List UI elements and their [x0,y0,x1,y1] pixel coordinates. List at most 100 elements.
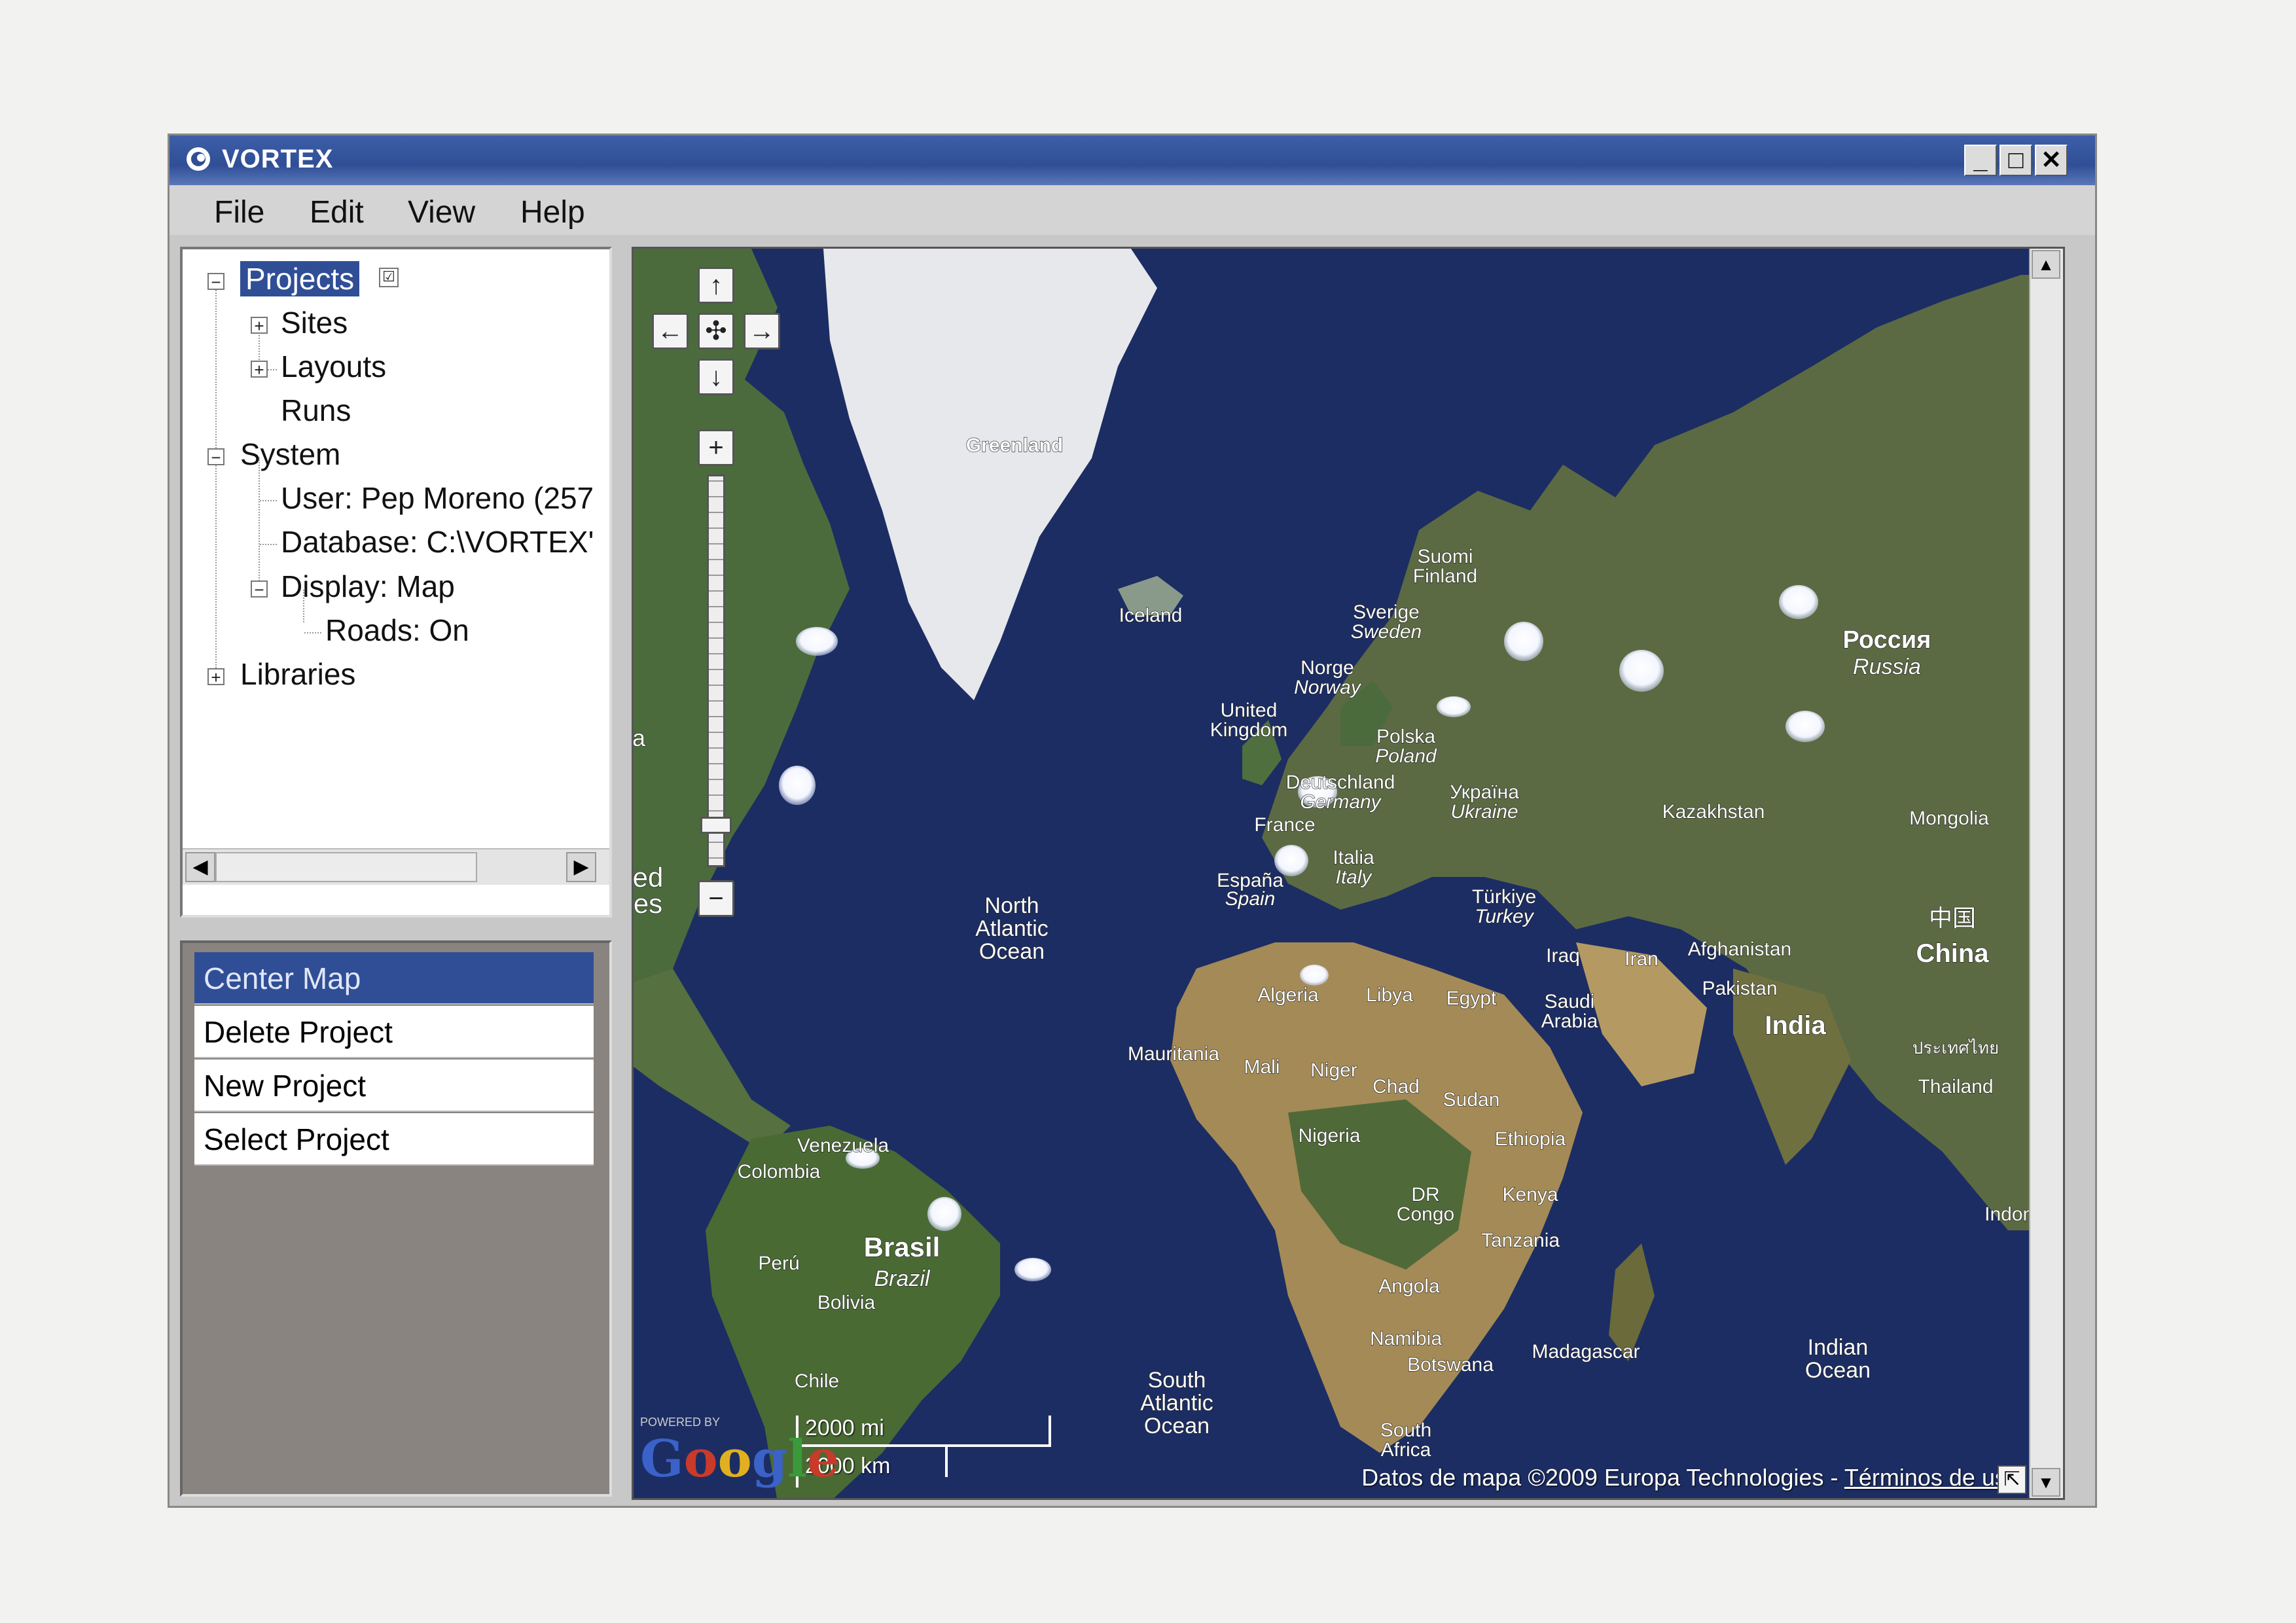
label-polska: Polska [1376,726,1435,747]
label-mongolia: Mongolia [1909,808,1989,829]
menu-file[interactable]: File [214,194,264,230]
overview-toggle-icon[interactable]: ⇱ [1998,1465,2026,1494]
select-project-button[interactable]: Select Project [194,1113,594,1166]
tree-node-sites[interactable]: Sites [281,305,348,340]
label-niger: Niger [1310,1060,1357,1081]
label-algeria: Algeria [1257,984,1319,1006]
label-mali: Mali [1244,1056,1280,1078]
tree-node-system[interactable]: System [240,437,340,472]
expand-libraries-icon[interactable]: + [207,668,224,686]
label-sao-2: Atlantic [1140,1391,1213,1416]
action-panel: Center Map Delete Project New Project Se… [180,940,612,1497]
collapse-display-icon[interactable]: − [251,580,268,598]
label-chad: Chad [1372,1076,1420,1097]
scroll-up-icon[interactable]: ▲ [2032,250,2060,279]
satellite-map[interactable]: Greenland Iceland Suomi Finland Sverige … [632,247,2065,1500]
label-saudi-2: Arabia [1541,1010,1598,1032]
menu-bar: File Edit View Help [170,185,2095,235]
label-india: India [1765,1011,1826,1040]
map-copyright: Datos de mapa ©2009 Europa Technologies … [1361,1464,2020,1491]
label-edge-2: es [634,888,662,919]
label-peru: Perú [758,1253,799,1274]
minimize-button[interactable]: _ [1964,145,1997,176]
label-sa-2: Africa [1381,1439,1431,1461]
label-kenya: Kenya [1502,1184,1558,1205]
google-logo[interactable]: POWERED BY Google [640,1416,840,1489]
zoom-in-icon[interactable]: + [698,429,734,466]
center-map-button[interactable]: Center Map [194,952,594,1005]
window-title: VORTEX [222,145,334,173]
label-kazakhstan: Kazakhstan [1662,801,1765,823]
label-edge-3: a [634,724,646,751]
pan-up-icon[interactable]: ↑ [698,267,734,304]
label-nigeria: Nigeria [1298,1125,1360,1147]
scroll-left-icon[interactable]: ◀ [185,852,215,882]
label-russia: Russia [1853,654,1921,679]
label-china-cn: 中国 [1929,904,1976,931]
tree-node-roads[interactable]: Roads: On [325,613,469,648]
title-bar[interactable]: VORTEX _ □ ✕ [170,135,2095,185]
expand-sites-icon[interactable]: + [251,317,268,334]
label-angola: Angola [1378,1275,1440,1297]
label-uk-1: United [1221,700,1278,721]
copyright-text: Datos de mapa ©2009 Europa Technologies … [1361,1464,1844,1491]
pan-center-icon[interactable]: ✣ [698,313,734,349]
new-project-button[interactable]: New Project [194,1060,594,1112]
powered-by-label: POWERED BY [640,1416,721,1429]
label-madagascar: Madagascar [1532,1341,1640,1363]
tree-node-runs[interactable]: Runs [281,393,351,428]
label-italia: Italia [1333,847,1374,868]
delete-project-button[interactable]: Delete Project [194,1006,594,1058]
label-tanzania: Tanzania [1481,1230,1560,1251]
label-poland: Poland [1375,745,1437,767]
menu-view[interactable]: View [408,194,475,230]
label-mauritania: Mauritania [1128,1043,1219,1065]
app-window: VORTEX _ □ ✕ File Edit View Help − Proje… [168,134,2097,1508]
tree-node-layouts[interactable]: Layouts [281,349,386,384]
zoom-slider-track[interactable] [707,474,725,867]
label-china: China [1916,939,1989,968]
map-imagery: Greenland Iceland Suomi Finland Sverige … [634,249,2063,1498]
label-norge: Norge [1300,657,1354,679]
project-tree[interactable]: − Projects ☑ + Sites + Layouts Runs − Sy… [180,247,612,918]
tree-node-display[interactable]: Display: Map [281,569,455,604]
label-suomi: Suomi [1417,546,1473,567]
label-thai-th: ประเทศไทย [1912,1038,1999,1058]
label-iceland: Iceland [1119,605,1183,626]
close-button[interactable]: ✕ [2035,145,2068,176]
menu-help[interactable]: Help [520,194,585,230]
label-pakistan: Pakistan [1702,978,1777,999]
label-iran: Iran [1624,948,1659,970]
scroll-right-icon[interactable]: ▶ [566,852,596,882]
collapse-system-icon[interactable]: − [207,448,224,466]
tree-horizontal-scrollbar[interactable]: ◀ ▶ [183,848,609,885]
label-egypt: Egypt [1446,988,1497,1009]
collapse-projects-icon[interactable]: − [207,273,224,291]
label-sao-3: Ocean [1144,1414,1210,1438]
label-rossiya: Россия [1843,626,1931,654]
menu-edit[interactable]: Edit [310,194,364,230]
pan-right-icon[interactable]: → [744,313,780,349]
label-bolivia: Bolivia [817,1292,876,1313]
label-turkey: Turkey [1475,906,1534,927]
scroll-thumb[interactable] [215,852,477,882]
map-vertical-scrollbar[interactable]: ▲ ▼ [2029,249,2063,1498]
pan-down-icon[interactable]: ↓ [698,359,734,395]
tree-node-libraries[interactable]: Libraries [240,656,355,692]
label-botswana: Botswana [1407,1354,1494,1376]
expand-layouts-icon[interactable]: + [251,361,268,378]
label-finland: Finland [1413,565,1477,587]
tree-node-database[interactable]: Database: C:\VORTEX' [281,524,594,560]
tree-node-user[interactable]: User: Pep Moreno (257 [281,480,594,516]
dropdown-check-icon[interactable]: ☑ [379,268,399,287]
scroll-down-icon[interactable]: ▼ [2032,1468,2060,1497]
label-france: France [1254,814,1315,836]
zoom-slider-thumb[interactable] [700,817,732,834]
terms-link[interactable]: Términos de uso [1844,1464,2020,1491]
label-sa-1: South [1380,1419,1431,1441]
zoom-out-icon[interactable]: − [698,880,734,917]
maximize-button[interactable]: □ [2000,145,2032,176]
pan-left-icon[interactable]: ← [652,313,689,349]
tree-node-projects[interactable]: Projects [240,261,360,296]
label-nao-1: North [984,893,1039,918]
